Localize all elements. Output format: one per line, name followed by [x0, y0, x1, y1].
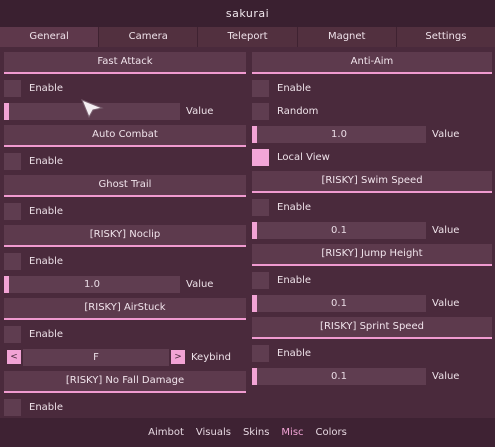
keybind-prev-button[interactable]: <	[7, 350, 21, 364]
swim-value-label: Value	[432, 224, 460, 236]
local-view-label: Local View	[277, 151, 330, 163]
bottom-tab-visuals[interactable]: Visuals	[195, 427, 232, 438]
section-header-auto-combat: Auto Combat	[4, 125, 246, 147]
section-header-noclip: [RISKY] Noclip	[4, 225, 246, 247]
jump-enable-checkbox[interactable]	[252, 271, 269, 289]
airstuck-keybind-box[interactable]: F	[23, 348, 169, 366]
section-header-airstuck: [RISKY] AirStuck	[4, 298, 246, 320]
jump-enable-label: Enable	[277, 274, 312, 286]
section-header-no-fall-damage: [RISKY] No Fall Damage	[4, 371, 246, 393]
swim-value-row: 0.1 Value	[252, 221, 492, 239]
noclip-enable-row: Enable	[4, 252, 246, 270]
bottom-tab-colors[interactable]: Colors	[315, 427, 348, 438]
jump-value-row: 0.1 Value	[252, 294, 492, 312]
window-title: sakurai	[0, 0, 495, 27]
anti-aim-random-checkbox[interactable]	[252, 102, 269, 120]
bottom-tab-skins[interactable]: Skins	[242, 427, 270, 438]
auto-combat-enable-checkbox[interactable]	[4, 152, 21, 170]
auto-combat-enable-row: Enable	[4, 152, 246, 170]
sprint-value-text: 0.1	[331, 370, 347, 382]
ghost-trail-enable-label: Enable	[29, 205, 64, 217]
bottom-tab-bar: Aimbot Visuals Skins Misc Colors	[0, 418, 495, 447]
airstuck-enable-label: Enable	[29, 328, 64, 340]
anti-aim-value-row: 1.0 Value	[252, 125, 492, 143]
airstuck-enable-checkbox[interactable]	[4, 325, 21, 343]
tab-general[interactable]: General	[0, 27, 100, 47]
sprint-enable-checkbox[interactable]	[252, 344, 269, 362]
section-header-anti-aim: Anti-Aim	[252, 52, 492, 74]
fast-attack-enable-checkbox[interactable]	[4, 79, 21, 97]
tab-magnet[interactable]: Magnet	[298, 27, 397, 47]
swim-enable-checkbox[interactable]	[252, 198, 269, 216]
anti-aim-random-row: Random	[252, 102, 492, 120]
noclip-value-slider[interactable]: 1.0	[4, 275, 180, 293]
sprint-value-slider[interactable]: 0.1	[252, 367, 426, 385]
sprint-enable-label: Enable	[277, 347, 312, 359]
fast-attack-value-label: Value	[186, 105, 214, 117]
anti-aim-random-label: Random	[277, 105, 319, 117]
jump-value-text: 0.1	[331, 297, 347, 309]
fast-attack-enable-label: Enable	[29, 82, 64, 94]
top-tab-bar: General Camera Teleport Magnet Settings	[0, 27, 495, 47]
local-view-checkbox[interactable]	[252, 148, 269, 166]
section-header-sprint-speed: [RISKY] Sprint Speed	[252, 317, 492, 339]
tab-settings[interactable]: Settings	[397, 27, 495, 47]
swim-value-slider[interactable]: 0.1	[252, 221, 426, 239]
left-column: Fast Attack Enable Value Auto Combat Ena…	[4, 52, 246, 421]
airstuck-keybind-label: Keybind	[191, 351, 231, 363]
fast-attack-value-row: Value	[4, 102, 246, 120]
anti-aim-enable-row: Enable	[252, 79, 492, 97]
anti-aim-value-label: Value	[432, 128, 460, 140]
jump-enable-row: Enable	[252, 271, 492, 289]
swim-value-text: 0.1	[331, 224, 347, 236]
bottom-tab-misc[interactable]: Misc	[280, 427, 304, 438]
bottom-tab-aimbot[interactable]: Aimbot	[147, 427, 185, 438]
swim-enable-row: Enable	[252, 198, 492, 216]
anti-aim-enable-label: Enable	[277, 82, 312, 94]
airstuck-enable-row: Enable	[4, 325, 246, 343]
section-header-fast-attack: Fast Attack	[4, 52, 246, 74]
tab-teleport[interactable]: Teleport	[198, 27, 298, 47]
anti-aim-local-view-row: Local View	[252, 148, 492, 166]
sprint-enable-row: Enable	[252, 344, 492, 362]
no-fall-enable-checkbox[interactable]	[4, 398, 21, 416]
fast-attack-enable-row: Enable	[4, 79, 246, 97]
section-header-swim-speed: [RISKY] Swim Speed	[252, 171, 492, 193]
noclip-enable-label: Enable	[29, 255, 64, 267]
right-column: Anti-Aim Enable Random 1.0 Value Local V…	[252, 52, 492, 390]
tab-camera[interactable]: Camera	[99, 27, 199, 47]
no-fall-enable-row: Enable	[4, 398, 246, 416]
section-header-ghost-trail: Ghost Trail	[4, 175, 246, 197]
noclip-value-text: 1.0	[84, 278, 100, 290]
swim-enable-label: Enable	[277, 201, 312, 213]
section-header-jump-height: [RISKY] Jump Height	[252, 244, 492, 266]
mouse-cursor-icon	[81, 99, 104, 118]
jump-value-label: Value	[432, 297, 460, 309]
sprint-value-row: 0.1 Value	[252, 367, 492, 385]
slider-fill	[4, 102, 9, 120]
anti-aim-value-slider[interactable]: 1.0	[252, 125, 426, 143]
keybind-next-button[interactable]: >	[171, 350, 185, 364]
ghost-trail-enable-checkbox[interactable]	[4, 202, 21, 220]
no-fall-enable-label: Enable	[29, 401, 64, 413]
noclip-value-label: Value	[186, 278, 214, 290]
anti-aim-enable-checkbox[interactable]	[252, 79, 269, 97]
jump-value-slider[interactable]: 0.1	[252, 294, 426, 312]
airstuck-keybind-row: < F > Keybind	[4, 348, 246, 366]
anti-aim-value-text: 1.0	[331, 128, 347, 140]
sprint-value-label: Value	[432, 370, 460, 382]
noclip-value-row: 1.0 Value	[4, 275, 246, 293]
noclip-enable-checkbox[interactable]	[4, 252, 21, 270]
auto-combat-enable-label: Enable	[29, 155, 64, 167]
ghost-trail-enable-row: Enable	[4, 202, 246, 220]
